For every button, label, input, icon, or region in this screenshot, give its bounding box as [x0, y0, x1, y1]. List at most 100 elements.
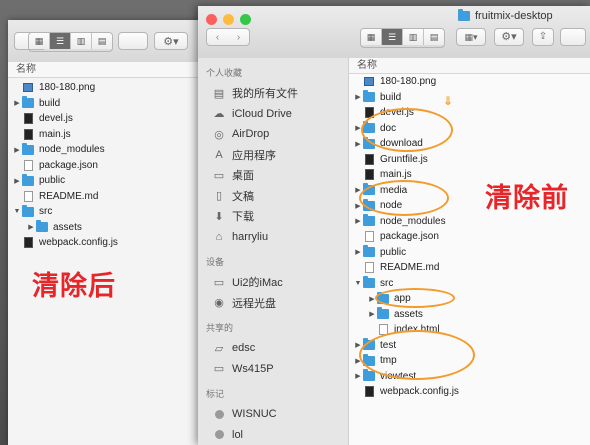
action-gear-button[interactable]: ⚙▾ [154, 32, 188, 50]
folder-row[interactable]: ▶ node_modules [8, 142, 224, 158]
disc-icon: ◉ [214, 297, 224, 310]
column-view-icon[interactable]: ▥ [71, 33, 92, 49]
column-header-name[interactable]: 名称 [349, 58, 590, 74]
sidebar-item[interactable]: ◎ AirDrop [198, 124, 348, 145]
chevron-left-icon[interactable]: ‹ [216, 32, 219, 43]
sidebar-item-label: AirDrop [232, 128, 270, 141]
cover-flow-icon[interactable]: ▤ [424, 29, 444, 45]
icon-view-icon[interactable]: ▦ [29, 33, 50, 49]
minimize-button[interactable] [223, 14, 234, 25]
disclosure-triangle-icon[interactable]: ▶ [353, 140, 363, 148]
folder-row[interactable]: ▶ assets [349, 307, 590, 323]
sidebar-item[interactable]: ⬇ 下载 [198, 206, 348, 227]
column-view-icon[interactable]: ▥ [403, 29, 424, 45]
desktop-icon: ▭ [213, 169, 225, 182]
icon-view-icon[interactable]: ▦ [361, 29, 382, 45]
tags-button[interactable] [560, 28, 586, 46]
folder-icon [363, 214, 375, 227]
sidebar-item[interactable]: ▯ 文稿 [198, 186, 348, 207]
disclosure-triangle-icon[interactable]: ▶ [12, 146, 22, 154]
file-row[interactable]: README.md [8, 189, 224, 205]
sidebar-item[interactable]: ⌂ harryliu [198, 227, 348, 248]
file-row[interactable]: Gruntfile.js [349, 152, 590, 168]
column-header-name[interactable]: 名称 [8, 62, 224, 78]
folder-row[interactable]: ▶ assets [8, 220, 224, 236]
chevron-right-icon[interactable]: › [237, 32, 240, 43]
view-mode-segmented[interactable]: ▦ ☰ ▥ ▤ [360, 28, 445, 48]
sidebar-item[interactable]: ▱ edsc [198, 338, 348, 359]
arrange-button[interactable]: ▦▾ [456, 28, 486, 46]
action-gear-button[interactable]: ⚙▾ [494, 28, 524, 46]
disclosure-triangle-icon[interactable]: ▼ [12, 208, 22, 215]
disclosure-triangle-icon[interactable]: ▶ [353, 248, 363, 256]
file-name: assets [53, 221, 82, 233]
file-name: README.md [380, 262, 440, 274]
disclosure-triangle-icon[interactable]: ▼ [353, 280, 363, 287]
sidebar-item[interactable]: ▭ Ui2的iMac [198, 272, 348, 293]
disclosure-triangle-icon[interactable]: ▶ [353, 217, 363, 225]
sidebar-item[interactable]: A 应用程序 [198, 145, 348, 166]
file-row[interactable]: 180-180.png [8, 80, 224, 96]
sidebar-item-label: 应用程序 [232, 149, 276, 162]
folder-icon [22, 204, 34, 217]
list-view-icon[interactable]: ☰ [382, 29, 403, 45]
folder-row[interactable]: ▼ src [8, 204, 224, 220]
file-name: build [39, 97, 61, 109]
folder-row[interactable]: ▶ build [349, 90, 590, 106]
sidebar-item[interactable]: lol [198, 425, 348, 445]
folder-row[interactable]: ▶ build [8, 96, 224, 112]
file-name: node_modules [39, 144, 105, 156]
sidebar-item[interactable]: ▭ 桌面 [198, 165, 348, 186]
disclosure-triangle-icon[interactable]: ▶ [353, 372, 363, 380]
file-row[interactable]: README.md [349, 260, 590, 276]
tag-dot-icon [212, 428, 226, 442]
folder-row[interactable]: ▶ public [349, 245, 590, 261]
file-name: Gruntfile.js [380, 153, 428, 165]
view-mode-segmented[interactable]: ▦ ☰ ▥ ▤ [28, 32, 113, 52]
file-name: assets [394, 308, 423, 320]
sidebar-item[interactable]: ◉ 远程光盘 [198, 293, 348, 314]
sidebar-item[interactable]: ▭ Ws415P [198, 359, 348, 380]
disclosure-triangle-icon[interactable]: ▶ [367, 310, 377, 318]
sidebar-item[interactable]: ▤ 我的所有文件 [198, 83, 348, 104]
png-icon [23, 83, 33, 93]
disclosure-triangle-icon[interactable]: ▶ [12, 99, 22, 107]
folder-row[interactable]: ▶ public [8, 173, 224, 189]
file-row[interactable]: webpack.config.js [349, 384, 590, 400]
finder-window-before: fruitmix-desktop ‹ › ▦ ☰ ▥ ▤ ▦▾ ⚙▾ ⇪ 个人收藏… [198, 6, 590, 445]
documents-icon: ▯ [215, 190, 223, 203]
file-row[interactable]: devel.js [8, 111, 224, 127]
titlebar: fruitmix-desktop ‹ › ▦ ☰ ▥ ▤ ▦▾ ⚙▾ ⇪ [198, 6, 590, 59]
folder-row[interactable]: ▼ src [349, 276, 590, 292]
file-row[interactable]: package.json [8, 158, 224, 174]
close-button[interactable] [206, 14, 217, 25]
folder-icon [363, 90, 375, 103]
file-icon [24, 190, 33, 202]
folder-row[interactable]: ▶ node_modules [349, 214, 590, 230]
sidebar-item[interactable]: ☁ iCloud Drive [198, 104, 348, 125]
zoom-button[interactable] [240, 14, 251, 25]
photo-background: ▦ ☰ ▥ ▤ ⚙▾ 名称 180-180.png ▶ build devel.js m… [0, 0, 590, 445]
sidebar-item[interactable]: WISNUC [198, 404, 348, 425]
list-view-icon[interactable]: ☰ [50, 33, 71, 49]
arrange-button[interactable] [118, 32, 148, 50]
finder-window-after: ▦ ☰ ▥ ▤ ⚙▾ 名称 180-180.png ▶ build devel.js m… [8, 20, 224, 445]
file-name: 180-180.png [39, 82, 96, 94]
file-row[interactable]: 180-180.png [349, 74, 590, 90]
network-icon: ▱ [214, 342, 224, 355]
file-row[interactable]: package.json [349, 229, 590, 245]
highlight-oval-doc-download [361, 108, 453, 152]
disclosure-triangle-icon[interactable]: ▶ [12, 177, 22, 185]
disclosure-triangle-icon[interactable]: ▶ [353, 93, 363, 101]
back-forward-button[interactable]: ‹ › [206, 28, 250, 46]
file-name: package.json [39, 159, 98, 171]
cover-flow-icon[interactable]: ▤ [92, 33, 112, 49]
file-list: 180-180.png ▶ build devel.js main.js ▶ node_mo… [8, 80, 224, 251]
file-row[interactable]: main.js [8, 127, 224, 143]
file-row[interactable]: webpack.config.js [8, 235, 224, 251]
file-name: build [380, 91, 402, 103]
sidebar-section-heading: 个人收藏 [206, 68, 243, 78]
share-button[interactable]: ⇪ [532, 28, 554, 46]
file-name: public [39, 175, 66, 187]
disclosure-triangle-icon[interactable]: ▶ [26, 223, 36, 231]
